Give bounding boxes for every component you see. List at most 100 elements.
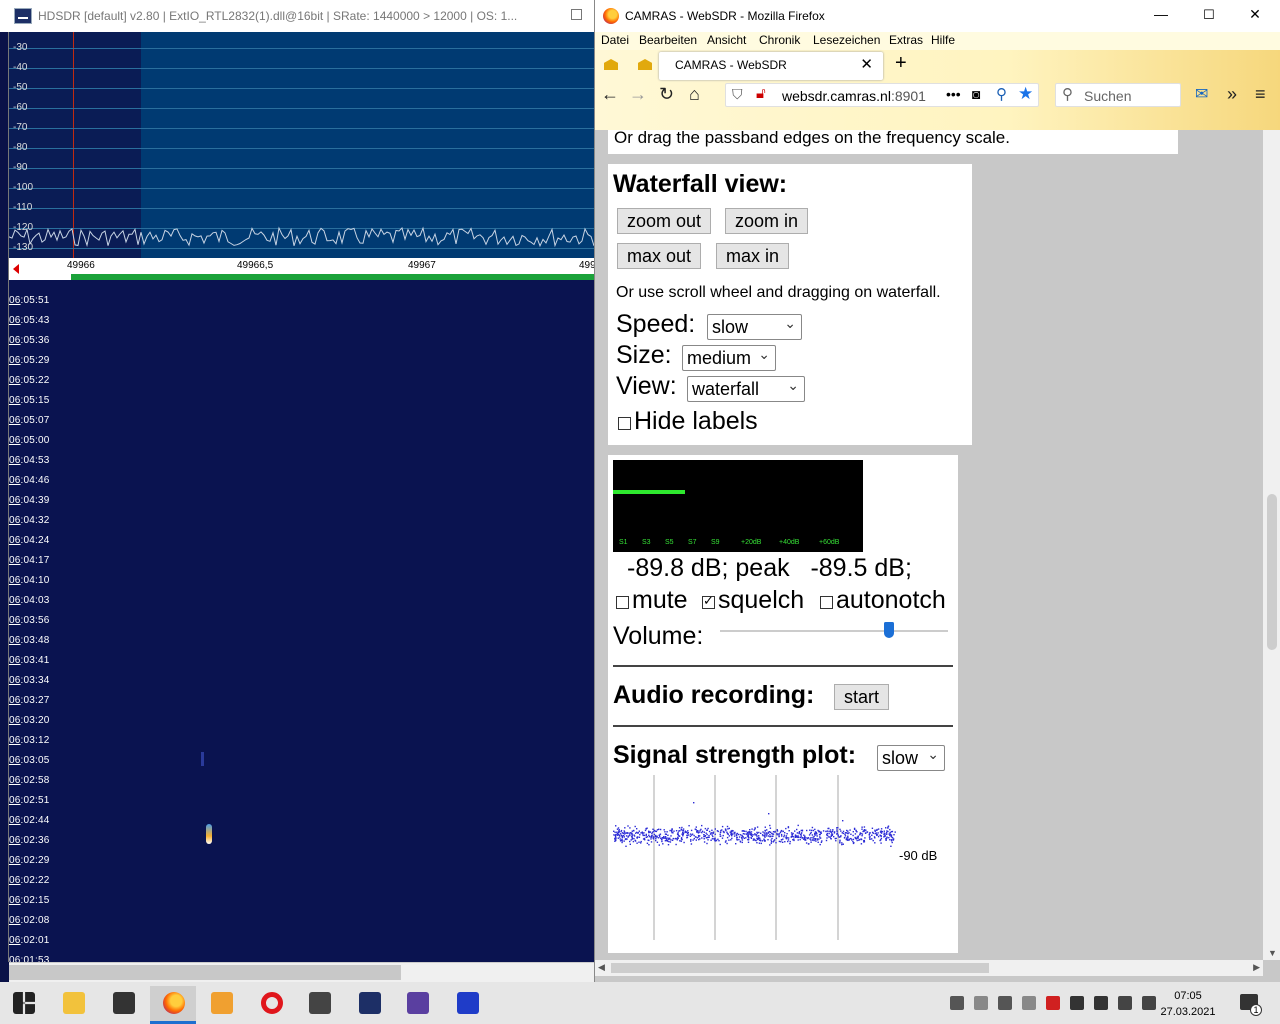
plot-point [613, 834, 615, 836]
scroll-right-icon[interactable]: ▶ [1253, 962, 1260, 973]
page-vscrollbar[interactable]: ▼ [1263, 130, 1280, 960]
volume-slider[interactable] [720, 622, 948, 638]
autonotch-checkbox[interactable] [820, 596, 833, 609]
autonotch-option[interactable]: autonotch [820, 586, 946, 615]
mute-option[interactable]: mute [616, 586, 688, 615]
firefox-titlebar[interactable]: CAMRAS - WebSDR - Mozilla Firefox [595, 0, 1280, 32]
start-button[interactable] [0, 986, 46, 1024]
maximize-icon[interactable] [571, 9, 582, 20]
tray-app-icon[interactable] [1046, 996, 1060, 1010]
plot-point [892, 838, 895, 840]
media-player-icon[interactable] [198, 986, 244, 1024]
pocket-icon[interactable]: ◙ [972, 86, 980, 102]
plot-point [753, 829, 755, 831]
mute-checkbox[interactable] [616, 596, 629, 609]
url-bar[interactable]: ⛉ 🔓︎ websdr.camras.nl:8901 ••• ◙ ⚲ ★ [725, 83, 1039, 107]
zoom-out-button[interactable]: zoom out [617, 208, 712, 234]
menu-ansicht[interactable]: Ansicht [707, 33, 746, 47]
security-shield-icon[interactable] [998, 996, 1012, 1010]
plot-point [621, 841, 623, 844]
new-tab-icon[interactable]: + [895, 52, 907, 75]
bookmark-star-icon[interactable]: ★ [1018, 84, 1033, 104]
page-actions-icon[interactable]: ••• [946, 86, 961, 102]
hdsdr-hscrollbar[interactable] [9, 962, 594, 982]
page-hscrollbar[interactable]: ◀ ▶ [595, 960, 1263, 976]
max-in-button[interactable]: max in [716, 243, 790, 269]
plot-point [621, 835, 623, 838]
maximize-icon[interactable]: ☐ [1199, 7, 1219, 23]
size-select[interactable]: medium [682, 342, 776, 371]
tab-camras-websdr[interactable]: CAMRAS - WebSDR ✕ [659, 52, 883, 80]
spectrum-app-icon[interactable] [444, 986, 490, 1024]
usb-icon[interactable] [1022, 996, 1036, 1010]
plot-point [836, 833, 838, 835]
menu-chronik[interactable]: Chronik [759, 33, 800, 47]
s-meter-label: +60dB [819, 539, 840, 546]
plot-point [815, 831, 818, 834]
hide-labels-checkbox[interactable] [618, 417, 631, 430]
insecure-lock-icon[interactable]: 🔓︎ [756, 85, 766, 102]
pinned-tab-bank-icon[interactable] [601, 56, 621, 74]
scrollbar-thumb[interactable] [1267, 494, 1277, 650]
home-icon[interactable]: ⌂ [689, 84, 700, 105]
reload-icon[interactable]: ↻ [659, 84, 674, 105]
hdsdr-titlebar[interactable]: HDSDR [default] v2.80 | ExtIO_RTL2832(1)… [0, 0, 594, 32]
hamburger-menu-icon[interactable]: ≡ [1255, 84, 1266, 105]
menu-hilfe[interactable]: Hilfe [931, 33, 955, 47]
plot-point [629, 834, 631, 837]
info-shield-icon[interactable]: ⛉ [732, 86, 743, 103]
max-out-button[interactable]: max out [617, 243, 702, 269]
menu-bearbeiten[interactable]: Bearbeiten [639, 33, 697, 47]
spectrum-display[interactable]: -30 -40 -50 -60 -70 -80 -90 -100 -110 -120 -130 [9, 32, 594, 258]
scroll-down-icon[interactable]: ▼ [1268, 948, 1277, 958]
time-label: 06:03:05 [9, 755, 50, 766]
menu-datei[interactable]: Datei [601, 33, 629, 47]
scroll-left-icon[interactable]: ◀ [598, 962, 605, 973]
keyboard-icon[interactable] [1142, 996, 1156, 1010]
squelch-checkbox[interactable] [702, 593, 715, 609]
back-icon[interactable]: ← [601, 84, 619, 105]
plot-point [855, 829, 857, 832]
winrad-hd-icon[interactable] [346, 986, 392, 1024]
search-icon[interactable]: ⚲ [996, 85, 1007, 103]
speaker-icon[interactable] [1070, 996, 1084, 1010]
plot-point [719, 835, 721, 837]
scroll-left-icon[interactable] [13, 264, 19, 274]
signal-plot-speed-select[interactable]: slow [877, 742, 945, 771]
minimize-icon[interactable]: — [1151, 6, 1171, 22]
menu-lesezeichen[interactable]: Lesezeichen [813, 33, 880, 47]
hide-labels-option[interactable]: Hide labels [618, 407, 758, 436]
wifi-icon[interactable] [1118, 996, 1132, 1010]
waterfall-display[interactable]: 06:05:51 06:05:43 06:05:36 06:05:29 06:05:22… [9, 280, 594, 966]
frequency-scale[interactable]: 49966 49966,5 49967 499 [9, 258, 594, 280]
network-icon[interactable] [1094, 996, 1108, 1010]
squelch-option[interactable]: squelch [702, 586, 804, 615]
tray-app-icon[interactable] [950, 996, 964, 1010]
plot-point [849, 829, 851, 831]
scrollbar-thumb[interactable] [9, 965, 401, 980]
firefox-taskbar-icon[interactable] [150, 986, 196, 1024]
plot-point [861, 833, 864, 835]
clock[interactable]: 07:05 27.03.2021 [1160, 988, 1216, 1020]
file-explorer-icon[interactable] [50, 986, 96, 1024]
store-icon[interactable] [100, 986, 146, 1024]
volume-slider-knob[interactable] [883, 622, 894, 638]
pinned-tab-bank-icon[interactable] [635, 56, 655, 74]
menu-extras[interactable]: Extras [889, 33, 923, 47]
screen-capture-icon[interactable] [296, 986, 342, 1024]
plot-point [738, 833, 740, 836]
overflow-chevron-icon[interactable]: » [1227, 84, 1237, 105]
tray-app-icon[interactable] [974, 996, 988, 1010]
tab-close-icon[interactable]: ✕ [860, 52, 873, 78]
sdr-app-icon[interactable] [394, 986, 440, 1024]
record-start-button[interactable]: start [834, 684, 890, 710]
close-icon[interactable]: ✕ [1245, 6, 1265, 23]
opera-icon[interactable] [248, 986, 294, 1024]
forward-icon[interactable]: → [629, 84, 647, 105]
view-select[interactable]: waterfall [687, 373, 805, 402]
mail-notifier-icon[interactable]: ✉ [1195, 84, 1208, 104]
speed-select[interactable]: slow [707, 311, 802, 340]
search-bar[interactable]: ⚲ Suchen [1055, 83, 1181, 107]
zoom-in-button[interactable]: zoom in [725, 208, 809, 234]
scrollbar-thumb[interactable] [611, 963, 989, 973]
